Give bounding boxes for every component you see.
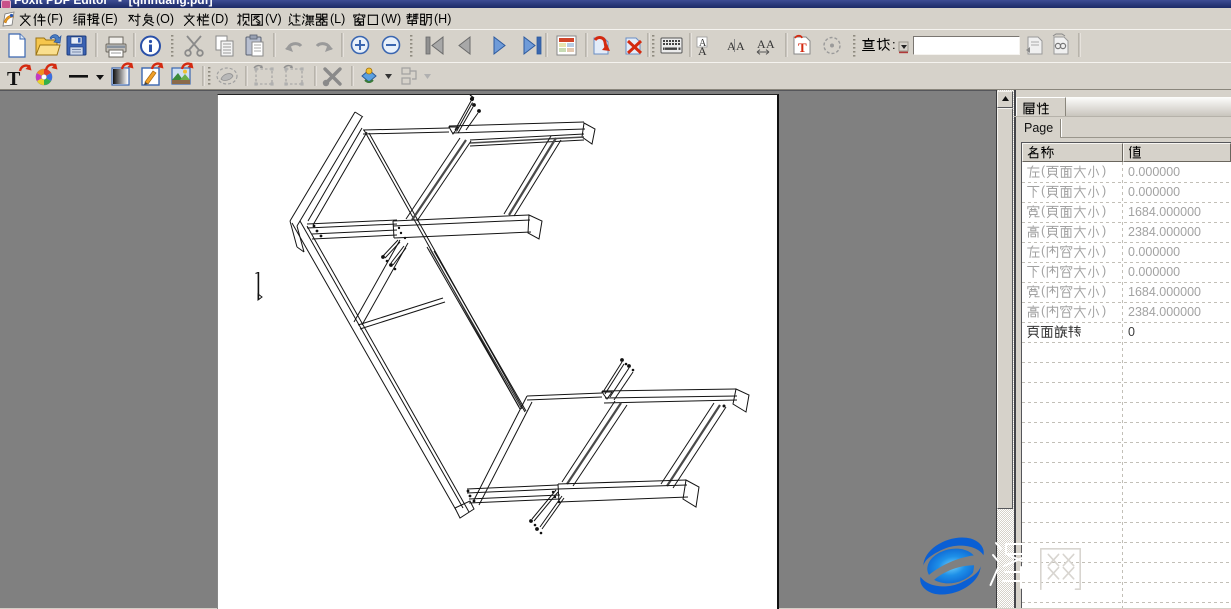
svg-text:T: T xyxy=(7,68,21,90)
svg-text:A: A xyxy=(699,38,707,49)
svg-text:T: T xyxy=(798,40,807,55)
svg-text:A: A xyxy=(757,37,766,51)
svg-text:A: A xyxy=(766,37,775,51)
svg-text:A: A xyxy=(736,39,745,53)
